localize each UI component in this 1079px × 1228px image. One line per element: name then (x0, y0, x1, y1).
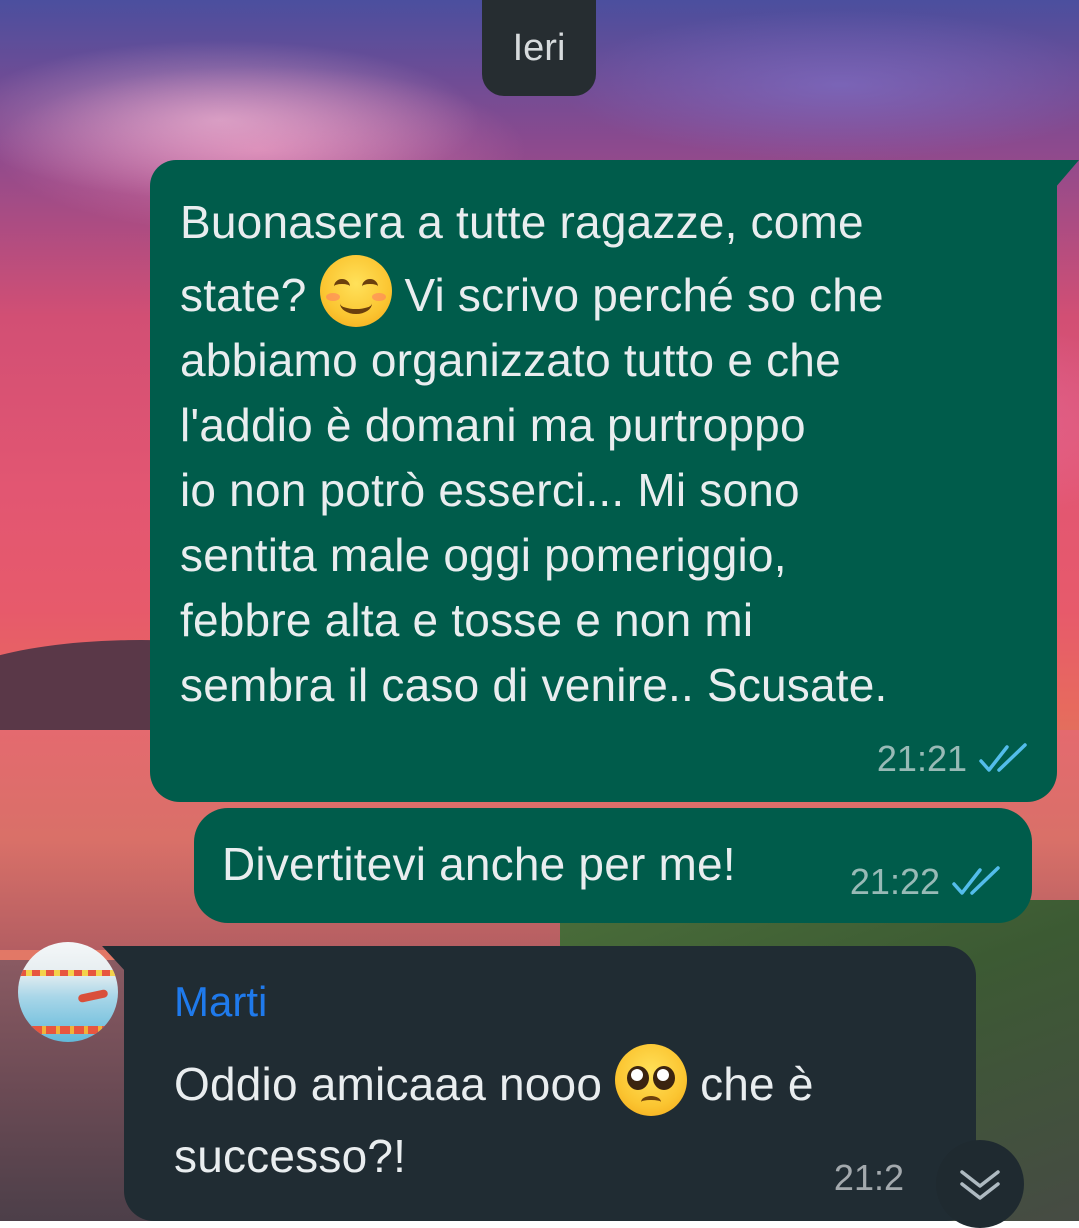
double-check-icon (979, 743, 1027, 772)
outgoing-message[interactable]: Buonasera a tutte ragazze, come state? V… (150, 160, 1079, 802)
sender-name[interactable]: Marti (174, 978, 936, 1026)
message-time: 21:22 (849, 861, 940, 902)
bubble-tail (1055, 160, 1079, 188)
message-meta: 21:22 (850, 861, 1004, 903)
date-separator-label: Ieri (512, 26, 566, 69)
incoming-message[interactable]: Marti Oddio amicaaa nooo che è successo?… (102, 946, 976, 1221)
message-text: Oddio amicaaa nooo che è successo?! (174, 1044, 936, 1192)
pleading-face-emoji-icon (615, 1044, 688, 1116)
date-separator: Ieri (482, 0, 596, 96)
double-check-icon (952, 866, 1000, 895)
message-meta: 21:21 (877, 738, 1031, 780)
message-text: Buonasera a tutte ragazze, come state? V… (180, 196, 888, 711)
chevron-double-down-icon (960, 1170, 1000, 1200)
bubble-tail (102, 946, 126, 972)
message-time: 21:2 (833, 1157, 904, 1198)
scroll-to-bottom-button[interactable] (936, 1140, 1024, 1228)
message-meta: 21:2 (834, 1157, 904, 1199)
message-time: 21:21 (876, 738, 967, 779)
outgoing-message[interactable]: Divertitevi anche per me! 21:22 (194, 808, 1032, 923)
smiling-face-emoji-icon (319, 255, 392, 327)
